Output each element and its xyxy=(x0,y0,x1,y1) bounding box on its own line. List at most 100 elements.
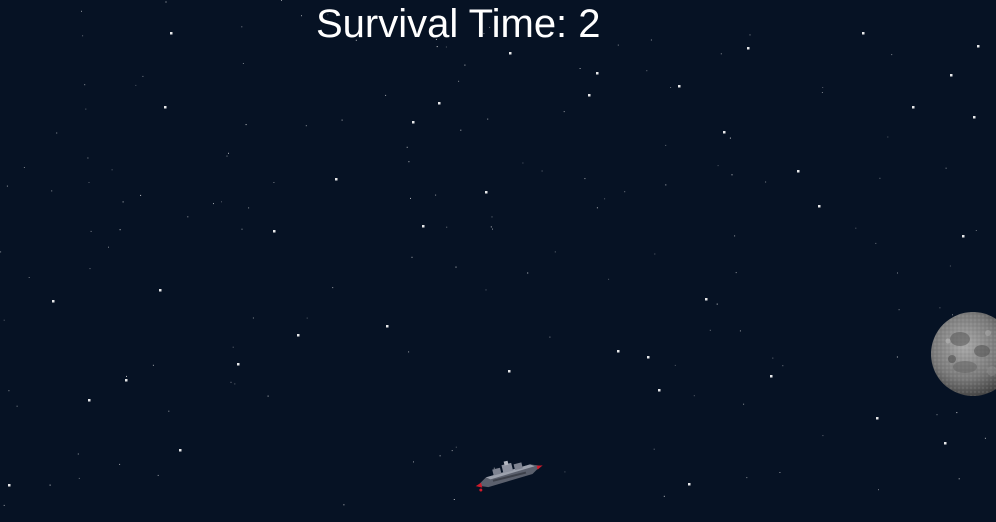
star xyxy=(818,205,821,208)
star xyxy=(650,39,652,41)
star xyxy=(912,106,915,109)
star xyxy=(56,132,58,134)
star xyxy=(411,256,413,258)
star xyxy=(341,119,343,121)
star xyxy=(81,10,82,12)
star xyxy=(3,319,5,321)
star xyxy=(122,201,124,203)
star xyxy=(159,289,162,292)
star xyxy=(490,226,492,228)
star xyxy=(273,182,275,183)
star xyxy=(897,272,898,274)
star xyxy=(949,265,951,267)
starfield-background xyxy=(0,0,986,506)
star xyxy=(508,370,511,373)
star xyxy=(77,453,79,455)
star xyxy=(549,336,551,338)
star xyxy=(977,45,980,48)
moon-asteroid-icon xyxy=(931,312,996,396)
star xyxy=(52,300,55,303)
star xyxy=(739,330,741,332)
star xyxy=(90,230,92,232)
star xyxy=(78,477,80,479)
star xyxy=(273,230,276,233)
star xyxy=(554,251,556,253)
star xyxy=(770,375,773,378)
star xyxy=(187,216,189,218)
star xyxy=(413,461,414,463)
survival-time-counter: Survival Time: 2 xyxy=(316,2,601,46)
star xyxy=(234,383,236,385)
star xyxy=(654,253,656,255)
star xyxy=(281,0,282,1)
star xyxy=(487,118,489,120)
star xyxy=(89,268,91,270)
star xyxy=(335,178,338,181)
star xyxy=(242,63,244,64)
game-canvas[interactable]: Survival Time: 2 xyxy=(0,0,996,522)
star xyxy=(142,75,144,77)
star xyxy=(241,26,243,28)
star xyxy=(157,474,159,476)
star xyxy=(213,203,214,205)
star xyxy=(693,395,695,397)
star xyxy=(782,365,784,367)
star xyxy=(665,184,667,186)
star xyxy=(85,108,87,110)
star xyxy=(228,152,229,154)
star xyxy=(509,52,512,55)
star xyxy=(0,251,2,253)
star xyxy=(797,170,800,173)
star xyxy=(746,477,748,479)
star xyxy=(973,116,976,119)
star xyxy=(646,70,648,72)
star xyxy=(705,298,708,301)
star xyxy=(678,85,681,88)
spaceship-icon[interactable] xyxy=(472,456,544,494)
star xyxy=(8,390,10,392)
star xyxy=(464,64,466,66)
star xyxy=(51,190,53,192)
star xyxy=(165,1,167,3)
star xyxy=(451,450,453,452)
star xyxy=(875,242,877,244)
star xyxy=(734,235,736,237)
star xyxy=(975,230,977,231)
star xyxy=(956,412,958,414)
star xyxy=(126,375,127,377)
star xyxy=(723,131,726,134)
star xyxy=(709,329,711,331)
star xyxy=(3,504,5,506)
star xyxy=(617,350,620,353)
star xyxy=(731,174,733,176)
star xyxy=(579,68,581,69)
star xyxy=(453,499,455,500)
star xyxy=(779,472,781,473)
star xyxy=(82,35,84,37)
star xyxy=(422,225,425,228)
star xyxy=(140,194,142,196)
star xyxy=(386,325,389,328)
star xyxy=(125,379,128,382)
star xyxy=(716,303,718,305)
star xyxy=(152,364,154,366)
star xyxy=(8,484,11,487)
star xyxy=(439,455,441,457)
star xyxy=(720,53,722,55)
star xyxy=(458,80,460,82)
star xyxy=(945,167,947,169)
star xyxy=(896,356,898,358)
star xyxy=(944,442,947,445)
star xyxy=(936,414,938,416)
star xyxy=(743,403,745,405)
star xyxy=(412,121,415,124)
star xyxy=(876,417,879,420)
star xyxy=(862,32,865,35)
star xyxy=(87,157,89,159)
star xyxy=(584,178,586,180)
star xyxy=(891,54,893,56)
star xyxy=(939,307,941,309)
star xyxy=(617,44,619,46)
star xyxy=(772,357,774,359)
star xyxy=(749,34,751,36)
